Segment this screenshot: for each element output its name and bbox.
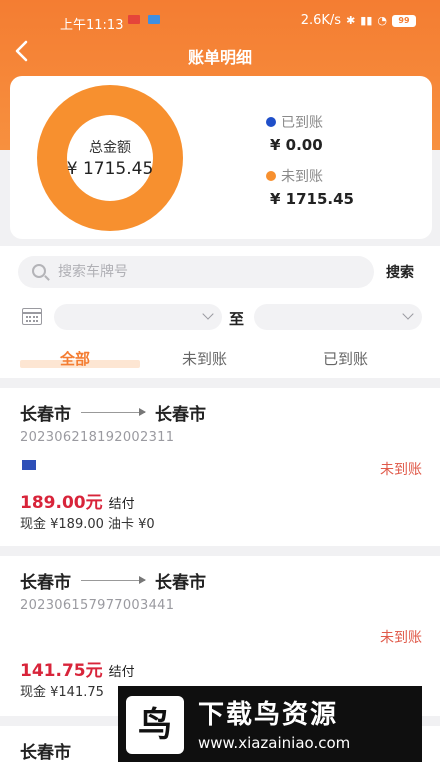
pending-value: ¥ 1715.45 [270, 190, 354, 208]
status-badge: 未到账 [380, 462, 422, 478]
legend-pending: 未到账 ¥ 1715.45 [266, 166, 354, 208]
summary-card: 总金额 ¥ 1715.45 已到账 ¥ 0.00 未到账 ¥ 1715.45 [10, 76, 432, 239]
watermark-url: www.xiazainiao.com [198, 734, 351, 752]
search-bar: 搜索 [0, 246, 440, 296]
tab-received[interactable]: 已到账 [323, 348, 368, 369]
legend-received: 已到账 ¥ 0.00 [266, 112, 323, 154]
route: 长春市 长春市 [20, 400, 206, 425]
settle-label: 结付 [108, 665, 135, 680]
route-from: 长春市 [20, 405, 71, 425]
amount-row: 141.75元 结付 [20, 656, 135, 681]
route-from: 长春市 [20, 573, 71, 593]
amount-row: 189.00元 结付 [20, 488, 135, 513]
route: 长春市 [20, 738, 71, 763]
record-card[interactable]: 长春市 长春市 20230621819200231​1 未到账 189.00元 … [0, 388, 440, 546]
page-title: 账单明细 [187, 48, 252, 67]
wifi-icon: ◔ [377, 14, 387, 27]
app-notification-icon [148, 15, 160, 24]
network-speed: 2.6K/s [300, 13, 342, 28]
vehicle-icon [22, 460, 36, 470]
order-number: 20230621819200231​1 [20, 430, 175, 445]
status-badge: 未到账 [380, 630, 422, 646]
arrow-right-icon [81, 576, 146, 584]
status-time: 上午11:13 [60, 18, 124, 33]
route-to: 长春市 [155, 405, 206, 425]
order-number: 202306157977003441 [20, 598, 175, 613]
route-from: 长春市 [20, 743, 71, 763]
settle-label: 结付 [108, 497, 135, 512]
battery-icon: 99 [392, 14, 416, 27]
amount: 141.75元 [20, 661, 103, 681]
pending-dot-icon [266, 171, 276, 181]
end-date-select[interactable] [254, 304, 422, 330]
search-input[interactable] [58, 256, 358, 288]
route: 长春市 长春市 [20, 568, 206, 593]
total-donut-chart: 总金额 ¥ 1715.45 [37, 85, 183, 231]
payment-detail: 现金 ¥189.00 油卡 ¥0 [20, 517, 155, 532]
payment-detail: 现金 ¥141.75 [20, 685, 104, 700]
watermark-banner: 鸟 下载鸟资源 www.xiazainiao.com [118, 686, 422, 762]
arrow-right-icon [81, 408, 146, 416]
bluetooth-icon: ✱ [346, 14, 356, 27]
date-to-label: 至 [229, 310, 245, 328]
date-filter: 至 [0, 296, 440, 338]
status-right: 2.6K/s ✱ ▮▮ ◔ 99 [301, 13, 416, 28]
watermark-title: 下载鸟资源 [198, 700, 339, 730]
start-date-select[interactable] [54, 304, 222, 330]
route-to: 长春市 [155, 573, 206, 593]
signal-icon: ▮▮ [360, 14, 373, 27]
pending-label: 未到账 [281, 169, 323, 185]
received-label: 已到账 [281, 115, 323, 131]
total-label: 总金额 [89, 140, 131, 156]
calendar-icon[interactable] [22, 308, 42, 325]
received-dot-icon [266, 117, 276, 127]
search-icon [32, 264, 46, 278]
tab-all[interactable]: 全部 [60, 348, 90, 369]
chevron-down-icon [202, 308, 214, 320]
status-bar: 上午11:13 2.6K/s ✱ ▮▮ ◔ 99 [0, 0, 440, 40]
donut-hole [67, 115, 153, 201]
total-value: ¥ 1715.45 [66, 159, 154, 179]
watermark-logo: 鸟 [126, 696, 184, 754]
search-box[interactable] [18, 256, 374, 288]
tab-pending[interactable]: 未到账 [182, 348, 227, 369]
received-value: ¥ 0.00 [270, 136, 323, 154]
chevron-down-icon [402, 308, 414, 320]
search-button[interactable]: 搜索 [386, 262, 414, 282]
amount: 189.00元 [20, 493, 103, 513]
mail-notification-icon [128, 15, 140, 24]
